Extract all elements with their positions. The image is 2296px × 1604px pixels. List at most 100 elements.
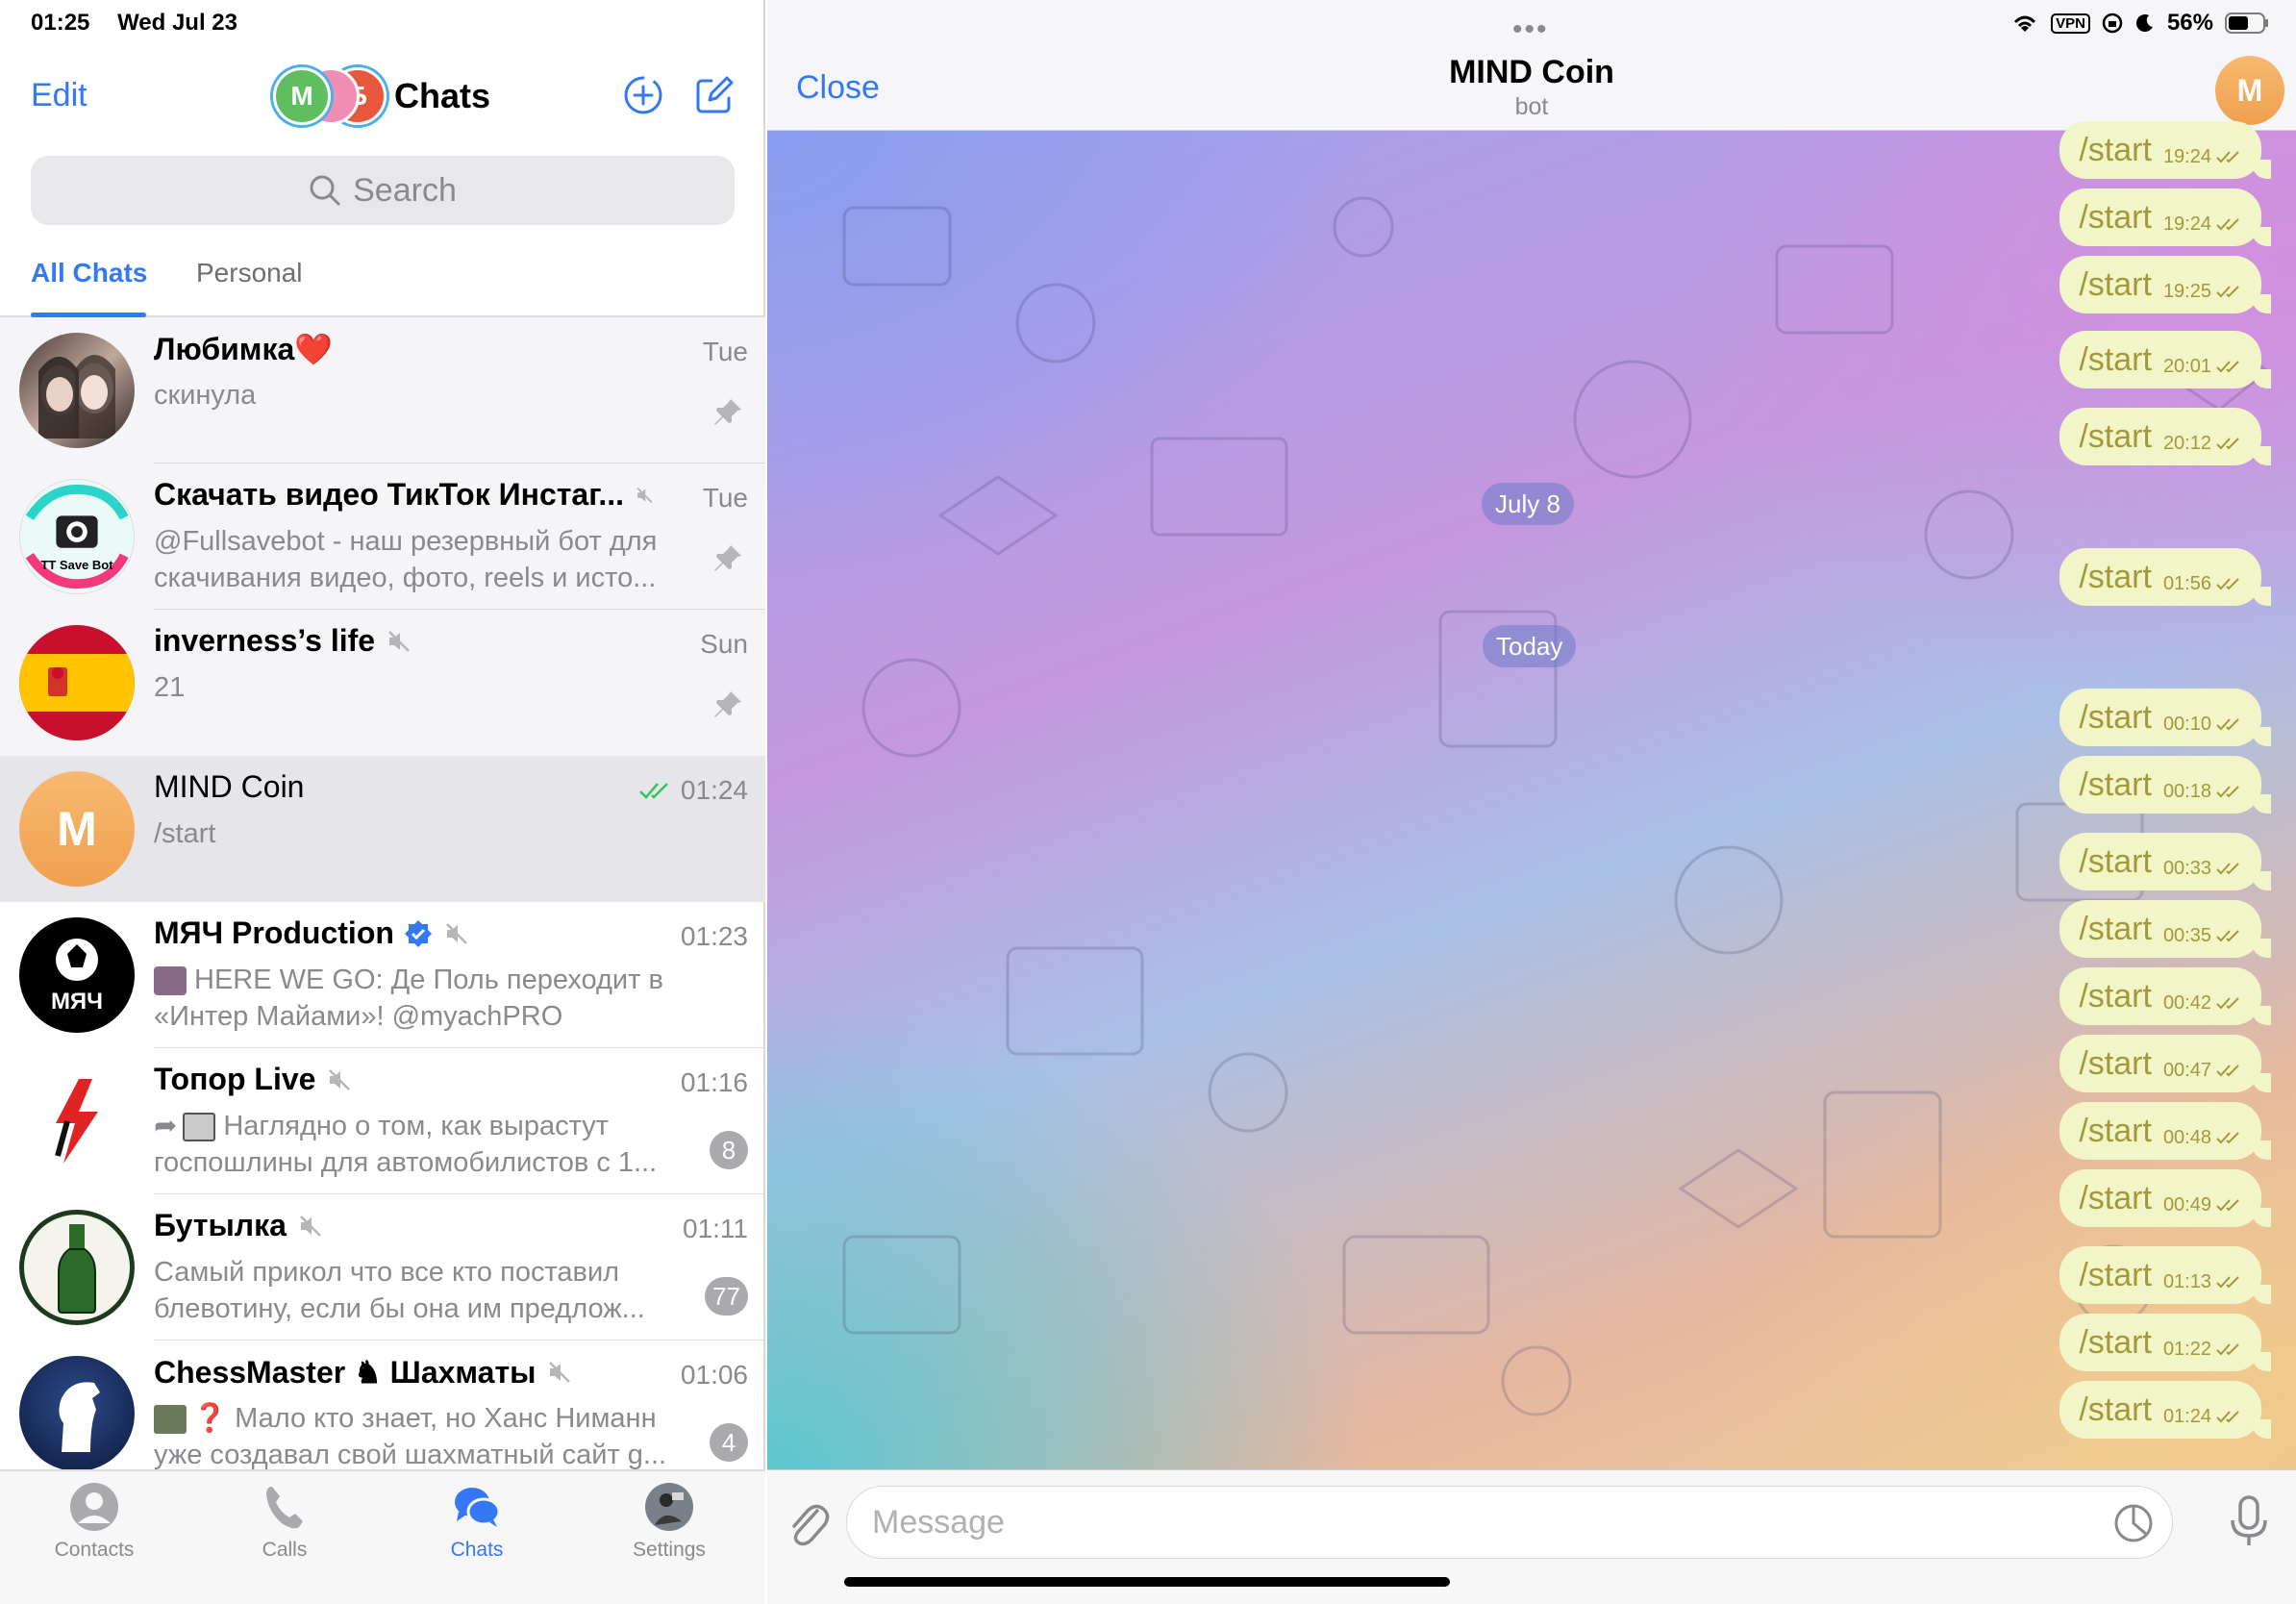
date-separator: Today <box>1483 625 1577 667</box>
tab-all-chats[interactable]: All Chats <box>31 258 147 288</box>
chat-title: MIND Coin <box>1449 54 1614 90</box>
preview-thumbnail <box>154 966 187 996</box>
chat-time: Sun <box>700 629 748 659</box>
edit-button[interactable]: Edit <box>31 77 87 114</box>
message-text: /start <box>2079 265 2152 303</box>
chat-row[interactable]: ChessMaster ♞ Шахматы 01:06 ❓ Мало кто зн… <box>0 1341 765 1487</box>
message-bubble[interactable]: /start 19:25 <box>2059 256 2271 313</box>
message-bubble[interactable]: /start 01:13 <box>2059 1246 2271 1304</box>
chat-preview: HERE WE GO: Де Поль переходит в «Интер М… <box>154 962 692 1035</box>
chat-time: 01:16 <box>680 1067 748 1097</box>
double-check-icon <box>2216 151 2239 163</box>
tab-calls[interactable]: Calls <box>217 1481 352 1562</box>
message-bubble[interactable]: /start 00:33 <box>2059 833 2271 890</box>
battery-icon <box>2225 13 2268 34</box>
chat-row[interactable]: Топор Live 01:16 ➦ Наглядно о том, как вы… <box>0 1048 765 1194</box>
microphone-icon[interactable] <box>2227 1493 2271 1549</box>
message-bubble[interactable]: /start 00:10 <box>2059 689 2271 746</box>
tab-label: Chats <box>450 1539 504 1561</box>
folder-avatar: М <box>273 67 331 125</box>
message-text: /start <box>2079 1391 2152 1428</box>
chat-time: 01:06 <box>680 1360 748 1390</box>
chat-row-selected[interactable]: M MIND Coin 01:24 /start <box>0 756 765 902</box>
unread-badge: 8 <box>710 1131 748 1169</box>
message-bubble[interactable]: /start 00:35 <box>2059 900 2271 958</box>
chat-row[interactable]: Любимка❤️ Tue скинула <box>0 317 765 464</box>
message-time: 01:22 <box>2163 1339 2244 1361</box>
compose-icon[interactable] <box>692 73 736 117</box>
chat-time-text: 01:24 <box>680 775 748 805</box>
chat-avatar[interactable]: M <box>2215 56 2284 125</box>
message-text: /start <box>2079 417 2152 455</box>
chat-bubbles-icon <box>455 1488 501 1527</box>
multitasking-dots[interactable]: ••• <box>1512 13 1549 46</box>
chat-row[interactable]: МЯЧ МЯЧ Production 01:23 HERE WE GO: Де … <box>0 902 765 1048</box>
tab-settings[interactable]: Settings <box>602 1481 736 1562</box>
message-time: 01:56 <box>2163 573 2244 595</box>
chat-time: 01:23 <box>680 921 748 951</box>
message-input[interactable]: Message <box>846 1486 2173 1559</box>
new-story-icon[interactable] <box>621 73 665 117</box>
folder-tabs: All Chats Personal <box>0 248 763 317</box>
folder-avatars: М Б <box>273 67 387 125</box>
chat-name-text: ChessMaster ♞ Шахматы <box>154 1355 537 1390</box>
search-input[interactable]: Search <box>31 156 735 225</box>
message-time-text: 01:22 <box>2162 1338 2211 1360</box>
double-check-icon <box>2216 1411 2239 1423</box>
message-text: /start <box>2079 910 2152 947</box>
message-text: /start <box>2079 1044 2152 1082</box>
chat-row[interactable]: inverness’s life Sun 21 <box>0 610 765 756</box>
tab-chats[interactable]: Chats <box>410 1481 544 1562</box>
chat-list-pane: 01:25 Wed Jul 23 Edit М Б Chats Search <box>0 0 765 1604</box>
muted-icon <box>329 1068 351 1090</box>
message-bubble[interactable]: /start 01:24 <box>2059 1381 2271 1439</box>
message-time: 00:42 <box>2163 992 2244 1015</box>
message-bubble[interactable]: /start 01:56 <box>2059 548 2271 606</box>
message-bubble[interactable]: /start 00:47 <box>2059 1035 2271 1092</box>
vpn-indicator: VPN <box>2051 13 2090 34</box>
avatar <box>19 1210 135 1325</box>
chat-preview-text: HERE WE GO: Де Поль переходит в «Интер М… <box>154 965 663 1032</box>
message-text: /start <box>2079 765 2152 803</box>
message-bubble[interactable]: /start 20:12 <box>2059 408 2271 465</box>
search-icon <box>310 175 340 206</box>
message-time: 00:48 <box>2163 1127 2244 1149</box>
message-time-text: 00:47 <box>2162 1059 2211 1081</box>
status-date: Wed Jul 23 <box>117 10 237 36</box>
message-bubble[interactable]: /start 19:24 <box>2059 188 2271 246</box>
chat-row[interactable]: Бутылка 01:11 Самый прикол что все кто п… <box>0 1194 765 1341</box>
message-bubble[interactable]: /start 00:49 <box>2059 1169 2271 1227</box>
pin-icon <box>714 545 741 571</box>
message-time-text: 01:13 <box>2162 1270 2211 1292</box>
chat-preview: /start <box>154 818 216 849</box>
chat-time: Tue <box>702 483 748 513</box>
double-check-icon <box>2216 863 2239 875</box>
message-bubble[interactable]: /start 00:48 <box>2059 1102 2271 1160</box>
message-time-text: 20:01 <box>2162 355 2211 377</box>
chat-title-block[interactable]: MIND Coin bot <box>767 54 2296 121</box>
tab-personal[interactable]: Personal <box>196 258 303 288</box>
tab-contacts[interactable]: Contacts <box>27 1481 162 1562</box>
muted-icon <box>636 487 653 503</box>
message-bubble[interactable]: /start 00:42 <box>2059 967 2271 1025</box>
message-text: /start <box>2079 1112 2152 1149</box>
message-time-text: 00:49 <box>2162 1193 2211 1216</box>
chat-name: Любимка❤️ <box>154 332 334 366</box>
sticker-icon[interactable] <box>2112 1502 2155 1544</box>
tab-bar: Contacts Calls Chats Settings <box>0 1469 765 1604</box>
avatar <box>19 1064 135 1179</box>
message-bubble[interactable]: /start 20:01 <box>2059 331 2271 388</box>
message-time-text: 20:12 <box>2162 432 2211 454</box>
message-bubble[interactable]: /start 19:24 <box>2059 121 2271 179</box>
double-check-icon <box>2216 1276 2239 1289</box>
message-time: 20:12 <box>2163 433 2244 455</box>
double-check-icon <box>2216 1132 2239 1144</box>
chat-preview: 21 <box>154 672 186 703</box>
chat-name-text: Скачать видео ТикТок Инстаг... <box>154 477 625 512</box>
message-bubble[interactable]: /start 00:18 <box>2059 756 2271 814</box>
paperclip-icon[interactable] <box>783 1495 831 1549</box>
message-text: /start <box>2079 842 2152 880</box>
chat-row[interactable]: TT Save Bot Скачать видео ТикТок Инстаг.… <box>0 464 765 610</box>
chats-title-group[interactable]: М Б Chats <box>273 67 490 125</box>
message-bubble[interactable]: /start 01:22 <box>2059 1314 2271 1371</box>
